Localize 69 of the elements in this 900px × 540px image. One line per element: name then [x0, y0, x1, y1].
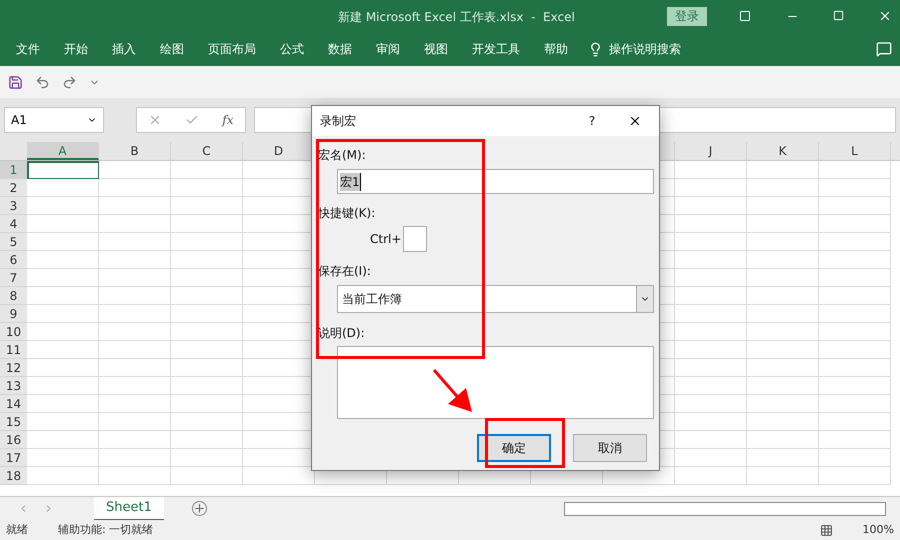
row-header[interactable]: 15	[0, 413, 27, 431]
row-header[interactable]: 11	[0, 341, 27, 359]
ribbon-tab[interactable]: 审阅	[364, 32, 412, 66]
grid-cell[interactable]	[27, 161, 99, 179]
horizontal-scrollbar[interactable]	[564, 502, 886, 516]
ribbon-tab[interactable]: 插入	[100, 32, 148, 66]
save-icon[interactable]	[8, 74, 23, 90]
ribbon-tab[interactable]: 公式	[268, 32, 316, 66]
row-header[interactable]: 9	[0, 305, 27, 323]
ribbon-tab[interactable]: 绘图	[148, 32, 196, 66]
window-title: 新建 Microsoft Excel 工作表.xlsx - Excel	[338, 9, 575, 26]
ctrl-label: Ctrl+	[370, 231, 402, 248]
insert-function-button[interactable]: fx	[222, 111, 234, 129]
status-ready: 就绪	[6, 522, 28, 538]
dialog-title: 录制宏	[320, 113, 356, 130]
column-header[interactable]: K	[747, 142, 819, 160]
store-in-dropdown[interactable]: 当前工作簿	[337, 285, 654, 313]
row-header[interactable]: 7	[0, 269, 27, 287]
row-header[interactable]: 8	[0, 287, 27, 305]
comments-icon[interactable]	[876, 41, 892, 57]
row-header[interactable]: 2	[0, 179, 27, 197]
row-header[interactable]: 1	[0, 161, 27, 179]
ribbon-tab[interactable]: 视图	[412, 32, 460, 66]
row-header[interactable]: 5	[0, 233, 27, 251]
row-header[interactable]: 13	[0, 377, 27, 395]
macro-name-field[interactable]: 宏1	[337, 169, 654, 194]
ribbon-tab[interactable]: 数据	[316, 32, 364, 66]
help-button[interactable]: ?	[582, 111, 602, 131]
description-field[interactable]	[337, 346, 654, 419]
row-header[interactable]: 4	[0, 215, 27, 233]
lightbulb-icon	[588, 42, 603, 56]
row-header[interactable]: 3	[0, 197, 27, 215]
macro-name-label: 宏名(M):	[318, 147, 366, 164]
row-header[interactable]: 17	[0, 449, 27, 467]
row-header[interactable]: 12	[0, 359, 27, 377]
ribbon-tab[interactable]: 文件	[4, 32, 52, 66]
name-box[interactable]: A1	[4, 107, 104, 133]
tell-me-search[interactable]: 操作说明搜索	[609, 32, 681, 66]
column-header[interactable]: J	[675, 142, 747, 160]
row-header[interactable]: 6	[0, 251, 27, 269]
column-header[interactable]: B	[99, 142, 171, 160]
row-header[interactable]: 14	[0, 395, 27, 413]
row-header[interactable]: 10	[0, 323, 27, 341]
ribbon-display-icon[interactable]	[739, 10, 751, 22]
zoom-level[interactable]: 100%	[862, 522, 894, 538]
ribbon-tab[interactable]: 页面布局	[196, 32, 268, 66]
sheet-tab[interactable]: Sheet1	[94, 496, 164, 520]
shortcut-key-field[interactable]	[403, 226, 428, 252]
column-header[interactable]: C	[171, 142, 243, 160]
ok-button[interactable]: 确定	[477, 434, 551, 462]
redo-icon[interactable]	[62, 74, 77, 90]
undo-icon[interactable]	[35, 74, 50, 90]
ribbon-tab[interactable]: 开发工具	[460, 32, 532, 66]
row-header[interactable]: 16	[0, 431, 27, 449]
row-header[interactable]: 18	[0, 467, 27, 485]
cancel-button[interactable]: 取消	[573, 434, 647, 462]
ribbon-tab[interactable]: 开始	[52, 32, 100, 66]
column-header[interactable]: L	[819, 142, 891, 160]
annotation-arrow	[432, 368, 474, 414]
add-sheet-icon[interactable]	[192, 501, 207, 516]
ribbon-tab[interactable]: 帮助	[532, 32, 580, 66]
description-label: 说明(D):	[318, 325, 365, 342]
column-header[interactable]: A	[27, 142, 99, 160]
close-icon[interactable]	[628, 114, 642, 128]
normal-view-icon[interactable]	[820, 524, 833, 536]
login-button[interactable]: 登录	[667, 7, 707, 26]
accessibility-status[interactable]: 辅助功能: 一切就绪	[58, 522, 154, 538]
maximize-icon[interactable]	[833, 10, 844, 21]
store-in-label: 保存在(I):	[318, 263, 371, 280]
